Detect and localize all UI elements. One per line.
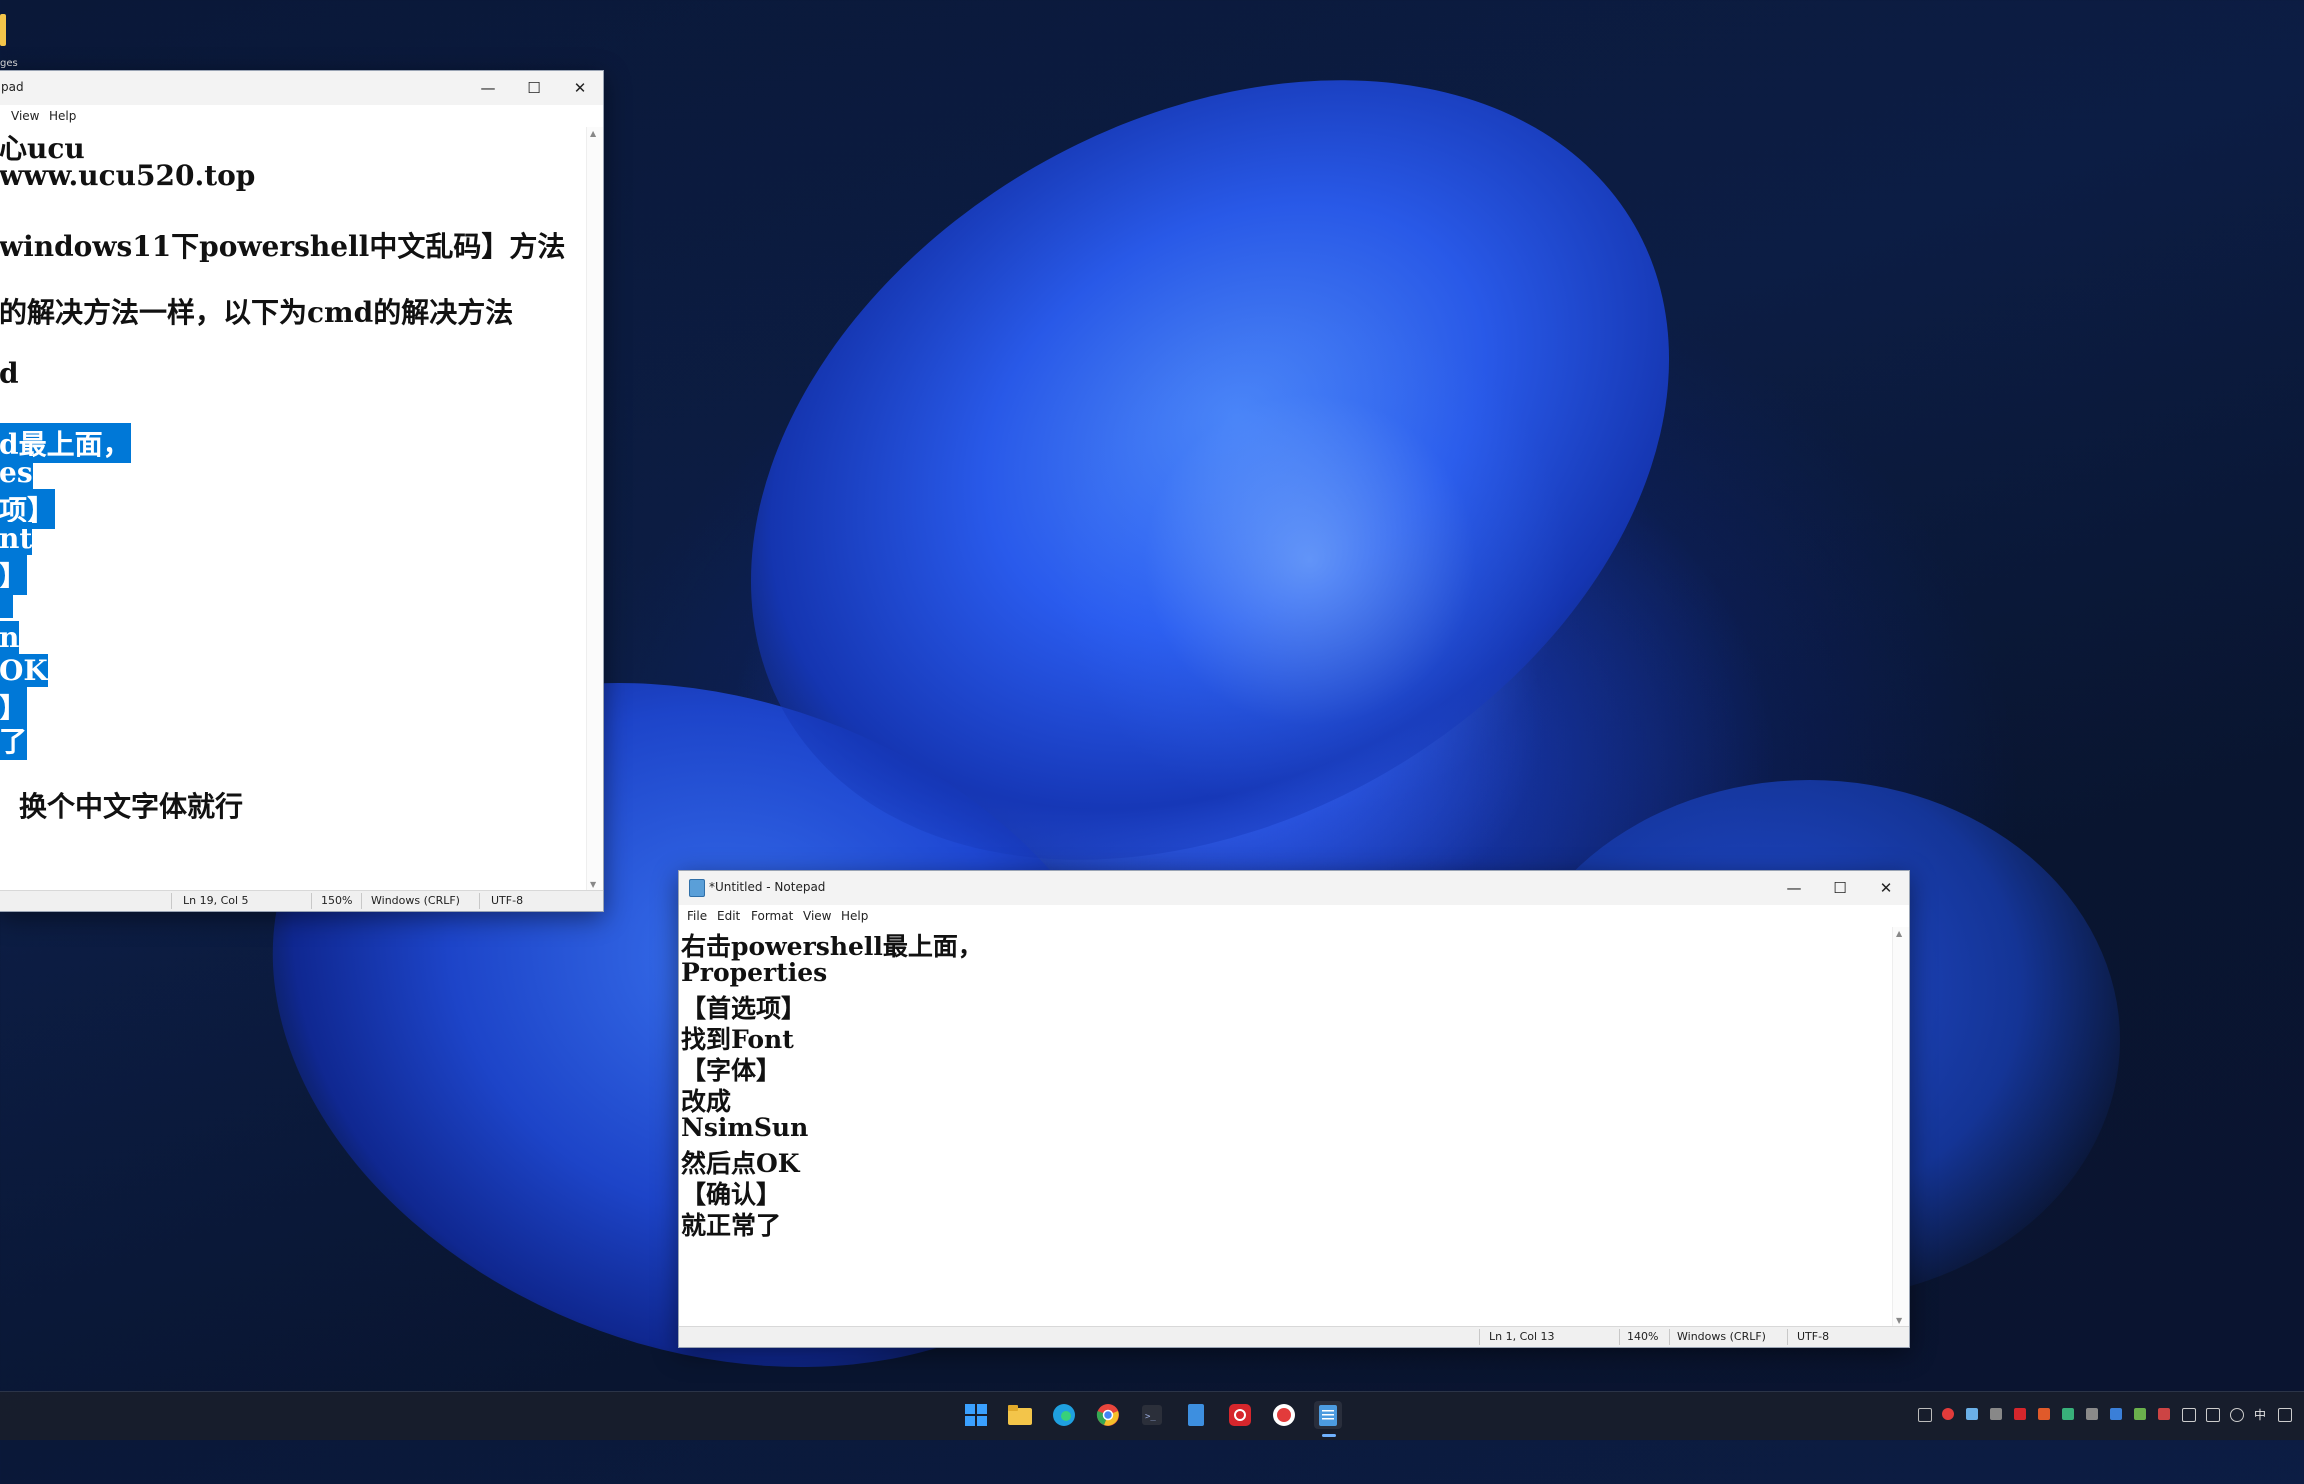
- maximize-button[interactable]: ☐: [1817, 871, 1863, 905]
- tray-icon[interactable]: [2014, 1408, 2026, 1420]
- text-editor[interactable]: 右击powershell最上面， Properties 【首选项】 找到Font…: [679, 927, 1893, 1327]
- text-line: NsimSun: [681, 1113, 809, 1142]
- selected-line: n: [0, 621, 20, 654]
- selected-line: [0, 588, 13, 618]
- tray-icon[interactable]: [2038, 1408, 2050, 1420]
- minimize-button[interactable]: —: [465, 71, 511, 105]
- notepad-icon: [689, 879, 705, 897]
- selected-line: OK: [0, 654, 48, 687]
- input-language[interactable]: 中: [2254, 1406, 2266, 1423]
- menu-file[interactable]: File: [687, 909, 707, 923]
- scroll-down-icon[interactable]: ▼: [590, 880, 596, 889]
- menu-view[interactable]: View: [11, 109, 39, 123]
- selected-line: es: [0, 456, 33, 489]
- window-title: *Untitled - Notepad: [709, 880, 826, 894]
- chrome-icon[interactable]: [1094, 1401, 1122, 1429]
- window-title: pad: [1, 80, 24, 94]
- text-line: windows11下powershell中文乱码】方法: [0, 230, 566, 263]
- wallpaper-highlight: [976, 226, 1644, 894]
- start-icon[interactable]: [962, 1401, 990, 1429]
- close-button[interactable]: ✕: [557, 71, 603, 105]
- menu-view[interactable]: View: [803, 909, 831, 923]
- menu-help[interactable]: Help: [841, 909, 868, 923]
- line-ending: Windows (CRLF): [371, 894, 460, 907]
- terminal-icon[interactable]: >_: [1138, 1401, 1166, 1429]
- vertical-scrollbar[interactable]: ▲ ▼: [586, 127, 603, 891]
- vertical-scrollbar[interactable]: ▲ ▼: [1892, 927, 1909, 1327]
- close-button[interactable]: ✕: [1863, 871, 1909, 905]
- text-editor[interactable]: 心ucu www.ucu520.top windows11下powershell…: [0, 127, 587, 891]
- battery-icon[interactable]: [2182, 1408, 2196, 1422]
- tray-icon[interactable]: [1918, 1408, 1932, 1422]
- selected-line: nt: [0, 522, 33, 555]
- taskbar: >_ 中: [0, 1391, 2304, 1440]
- tray-icon[interactable]: [2134, 1408, 2146, 1420]
- zoom-level: 140%: [1627, 1330, 1659, 1343]
- active-indicator: [1322, 1434, 1336, 1437]
- tray-icon[interactable]: [2278, 1408, 2292, 1422]
- status-bar: Ln 19, Col 5 150% Windows (CRLF) UTF-8: [0, 890, 603, 911]
- tray-icon[interactable]: [2158, 1408, 2170, 1420]
- status-bar: Ln 1, Col 13 140% Windows (CRLF) UTF-8: [679, 1326, 1909, 1347]
- menu-bar: View Help: [0, 105, 603, 127]
- line-ending: Windows (CRLF): [1677, 1330, 1766, 1343]
- record-icon[interactable]: [1270, 1401, 1298, 1429]
- zoom-level: 150%: [321, 894, 353, 907]
- cursor-position: Ln 1, Col 13: [1489, 1330, 1555, 1343]
- tray-icon[interactable]: [1966, 1408, 1978, 1420]
- notepad-window-front[interactable]: *Untitled - Notepad — ☐ ✕ File Edit Form…: [678, 870, 1910, 1348]
- text-line: Properties: [681, 958, 828, 987]
- edge-icon[interactable]: [1050, 1401, 1078, 1429]
- bluetooth-icon[interactable]: [2110, 1408, 2122, 1420]
- notepad-icon[interactable]: [1314, 1401, 1342, 1429]
- notepad-window-back[interactable]: pad — ☐ ✕ View Help 心ucu www.ucu520.top …: [0, 70, 604, 912]
- menu-help[interactable]: Help: [49, 109, 76, 123]
- tray-icon[interactable]: [2062, 1408, 2074, 1420]
- scroll-up-icon[interactable]: ▲: [590, 129, 596, 138]
- network-icon[interactable]: [2206, 1408, 2220, 1422]
- file-explorer-icon[interactable]: [1006, 1401, 1034, 1429]
- menu-edit[interactable]: Edit: [717, 909, 740, 923]
- document-icon[interactable]: [1182, 1401, 1210, 1429]
- menu-bar: File Edit Format View Help: [679, 905, 1909, 927]
- text-line: d: [0, 357, 19, 390]
- encoding: UTF-8: [491, 894, 524, 907]
- selected-line: 了: [0, 720, 28, 760]
- text-line: 换个中文字体就行: [19, 790, 244, 823]
- minimize-button[interactable]: —: [1771, 871, 1817, 905]
- desktop-icon-label[interactable]: ges: [0, 58, 18, 69]
- tray-icon[interactable]: [2086, 1408, 2098, 1420]
- wallpaper-bloom: [610, 0, 1810, 1019]
- volume-icon[interactable]: [2230, 1408, 2244, 1422]
- scroll-down-icon[interactable]: ▼: [1896, 1316, 1902, 1325]
- netease-music-icon[interactable]: [1226, 1401, 1254, 1429]
- title-bar[interactable]: *Untitled - Notepad — ☐ ✕: [679, 871, 1909, 905]
- folder-icon[interactable]: [0, 14, 6, 46]
- cursor-position: Ln 19, Col 5: [183, 894, 249, 907]
- text-line: www.ucu520.top: [0, 159, 256, 192]
- encoding: UTF-8: [1797, 1330, 1830, 1343]
- menu-format[interactable]: Format: [751, 909, 793, 923]
- title-bar[interactable]: pad — ☐ ✕: [0, 71, 603, 105]
- maximize-button[interactable]: ☐: [511, 71, 557, 105]
- text-line: 的解决方法一样，以下为cmd的解决方法: [0, 296, 514, 329]
- svg-text:>_: >_: [1145, 1412, 1156, 1422]
- tray-icon[interactable]: [1990, 1408, 2002, 1420]
- scroll-up-icon[interactable]: ▲: [1896, 929, 1902, 938]
- record-tray-icon[interactable]: [1942, 1408, 1954, 1420]
- text-line: 就正常了: [681, 1211, 782, 1240]
